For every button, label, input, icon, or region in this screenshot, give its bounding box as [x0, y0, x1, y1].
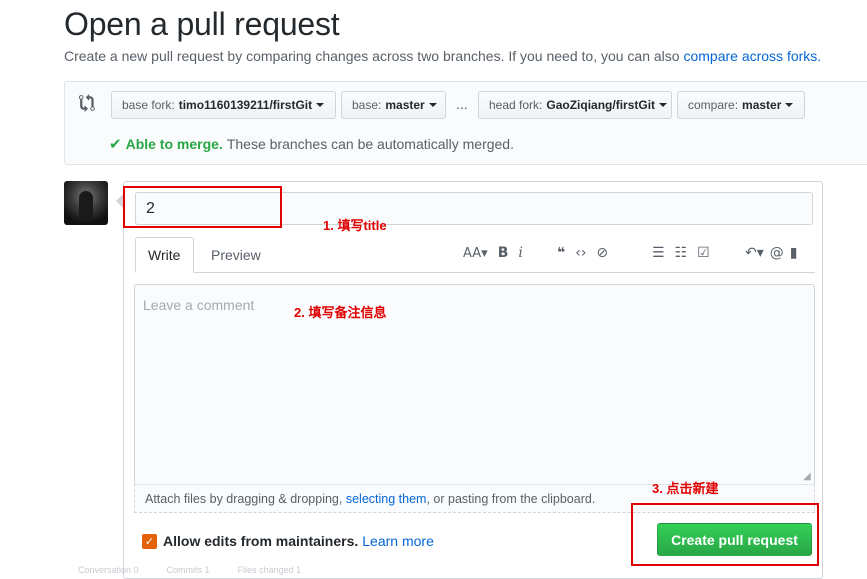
base-branch-label: base: — [352, 98, 382, 112]
tab-preview[interactable]: Preview — [199, 237, 273, 273]
markdown-toolbar-extra: ↶▾ @ ▮ — [745, 243, 807, 263]
allow-edits-checkbox[interactable]: ✓ — [142, 533, 157, 549]
chevron-down-icon — [785, 103, 794, 107]
subtitle-text: Create a new pull request by comparing c… — [64, 48, 680, 64]
ordered-list-icon[interactable]: ☷ — [675, 245, 688, 261]
compare-branch-value: master — [742, 98, 782, 112]
select-files-link[interactable]: selecting them — [346, 492, 427, 506]
chevron-down-icon — [659, 103, 668, 107]
compare-across-forks-link[interactable]: compare across forks. — [683, 48, 821, 64]
annotation-box-title — [123, 186, 282, 228]
tab-write[interactable]: Write — [135, 237, 194, 273]
bookmark-icon[interactable]: ▮ — [790, 245, 798, 261]
git-compare-icon[interactable] — [79, 94, 97, 112]
chevron-down-icon — [428, 103, 437, 107]
branch-range-editor: base fork: timo1160139211/firstGit base:… — [64, 81, 867, 165]
comment-placeholder: Leave a comment — [143, 297, 255, 313]
bold-icon[interactable]: B — [498, 245, 509, 261]
italic-icon[interactable]: i — [518, 245, 522, 261]
link-icon[interactable]: ⊘ — [596, 245, 608, 261]
allow-edits-option: ✓ Allow edits from maintainers. Learn mo… — [142, 533, 434, 549]
markdown-toolbar-lists: ☰ ☷ ☑ — [652, 243, 720, 263]
task-list-icon[interactable]: ☑ — [697, 245, 710, 261]
footer-tab-commits[interactable]: Commits 1 — [167, 565, 210, 575]
head-fork-label: head fork: — [489, 98, 543, 112]
unordered-list-icon[interactable]: ☰ — [652, 245, 665, 261]
merge-status-text: These branches can be automatically merg… — [226, 136, 514, 152]
annotation-box-create — [631, 503, 819, 566]
footer-tab-conversation[interactable]: Conversation 0 — [78, 565, 139, 575]
annotation-step3: 3. 点击新建 — [652, 481, 719, 496]
mention-icon[interactable]: @ — [770, 245, 784, 261]
chevron-down-icon — [316, 103, 325, 107]
footer-tabs: Conversation 0 Commits 1 Files changed 1 — [78, 565, 301, 575]
text-size-icon[interactable]: AA▾ — [463, 246, 488, 261]
attach-prefix: Attach files by dragging & dropping, — [145, 492, 343, 506]
head-fork-select[interactable]: head fork: GaoZiqiang/firstGit — [478, 91, 672, 119]
code-icon[interactable]: ‹› — [575, 245, 586, 261]
reply-icon[interactable]: ↶▾ — [745, 245, 764, 261]
compare-branch-select[interactable]: compare: master — [677, 91, 805, 119]
base-branch-select[interactable]: base: master — [341, 91, 446, 119]
learn-more-link[interactable]: Learn more — [362, 533, 434, 549]
head-fork-value: GaoZiqiang/firstGit — [546, 98, 656, 112]
base-fork-value: timo1160139211/firstGit — [178, 98, 313, 112]
base-branch-value: master — [385, 98, 425, 112]
base-fork-select[interactable]: base fork: timo1160139211/firstGit — [111, 91, 336, 119]
check-icon: ✔ — [109, 136, 122, 153]
resize-handle-icon[interactable]: ◢ — [803, 471, 811, 482]
annotation-step1: 1. 填写title — [323, 218, 387, 233]
allow-edits-label: Allow edits from maintainers. — [163, 533, 359, 549]
merge-ok-label: Able to merge. — [125, 136, 223, 152]
markdown-toolbar-insert: ❝ ‹› ⊘ — [557, 243, 618, 263]
footer-tab-files[interactable]: Files changed 1 — [238, 565, 302, 575]
attach-suffix: , or pasting from the clipboard. — [426, 492, 596, 506]
annotation-step2: 2. 填写备注信息 — [294, 305, 387, 320]
base-fork-label: base fork: — [122, 98, 175, 112]
compare-branch-label: compare: — [688, 98, 739, 112]
page-subtitle: Create a new pull request by comparing c… — [64, 48, 821, 64]
page-title: Open a pull request — [64, 6, 340, 42]
merge-status: ✔ Able to merge. These branches can be a… — [109, 135, 514, 153]
quote-icon[interactable]: ❝ — [557, 245, 565, 261]
markdown-toolbar-text: AA▾ B i — [463, 243, 533, 263]
comment-textarea[interactable]: Leave a comment — [134, 284, 815, 484]
avatar — [64, 181, 108, 225]
range-ellipsis: ... — [456, 96, 468, 112]
